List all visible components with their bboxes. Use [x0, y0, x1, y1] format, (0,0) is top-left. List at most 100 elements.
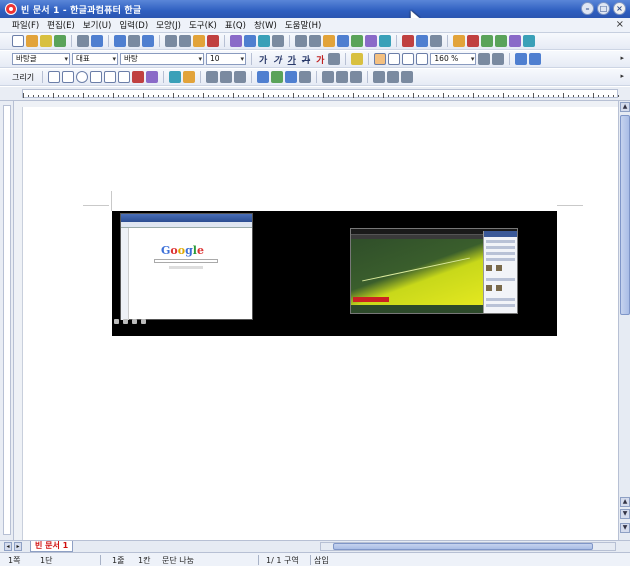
memo-icon[interactable]: [402, 35, 414, 47]
font-color-button[interactable]: 가: [316, 53, 324, 66]
new-doc-icon[interactable]: [12, 35, 24, 47]
print-preview-icon[interactable]: [91, 35, 103, 47]
draw-toolbar-more-icon[interactable]: ▸: [620, 72, 624, 80]
undo-icon[interactable]: [114, 35, 126, 47]
menu-view[interactable]: 보기(U): [83, 19, 112, 31]
browser-screenshot[interactable]: Google: [120, 213, 253, 320]
style-icon[interactable]: [258, 35, 270, 47]
tab-document-1[interactable]: 빈 문서 1: [30, 541, 74, 552]
group-icon[interactable]: [220, 71, 233, 83]
menu-file[interactable]: 파일(F): [12, 19, 39, 31]
insert-table-icon[interactable]: [337, 35, 349, 47]
font-size-select[interactable]: 10: [206, 53, 246, 65]
shade-icon[interactable]: [328, 53, 341, 65]
font-group-select[interactable]: 대표: [72, 53, 118, 65]
print-icon[interactable]: [77, 35, 89, 47]
rotate-icon[interactable]: [299, 71, 312, 83]
menu-window[interactable]: 창(W): [254, 19, 277, 31]
align-left-icon[interactable]: [388, 53, 401, 65]
picture-icon[interactable]: [323, 35, 335, 47]
equation-icon[interactable]: [365, 35, 377, 47]
save-icon[interactable]: [54, 35, 66, 47]
numbering-icon[interactable]: [529, 53, 542, 65]
order-icon[interactable]: [285, 71, 298, 83]
underline-button[interactable]: 가: [288, 53, 296, 66]
draw-label[interactable]: 그리기: [12, 72, 34, 83]
tab-prev-button[interactable]: ◂: [4, 542, 12, 551]
symbol-icon[interactable]: [379, 35, 391, 47]
mail-icon[interactable]: [495, 35, 507, 47]
header-icon[interactable]: [430, 35, 442, 47]
bullets-icon[interactable]: [515, 53, 528, 65]
strike-button[interactable]: 가: [302, 53, 310, 66]
highlight-icon[interactable]: [351, 53, 364, 65]
open-icon[interactable]: [26, 35, 38, 47]
arrow-style-icon[interactable]: [350, 71, 363, 83]
pen-icon[interactable]: [132, 71, 145, 83]
table-icon[interactable]: [272, 35, 284, 47]
vertical-scrollbar[interactable]: ▲ ▲ ▼ ▼: [618, 101, 630, 540]
web-icon[interactable]: [523, 35, 535, 47]
status-mode[interactable]: 삽입: [314, 555, 329, 566]
justify-icon[interactable]: [374, 53, 387, 65]
menu-help[interactable]: 도움말(H): [285, 19, 321, 31]
char-shape-icon[interactable]: [230, 35, 242, 47]
tab-next-button[interactable]: ▸: [14, 542, 22, 551]
curve-icon[interactable]: [118, 71, 131, 83]
document-area[interactable]: Google: [14, 101, 618, 540]
arc-icon[interactable]: [90, 71, 103, 83]
game-screenshot[interactable]: [350, 228, 518, 314]
next-page-button[interactable]: ▼: [620, 509, 630, 519]
document-close-button[interactable]: ×: [616, 19, 624, 30]
horizontal-scrollbar[interactable]: [320, 542, 616, 551]
folder-icon[interactable]: [40, 35, 52, 47]
horizontal-ruler[interactable]: [0, 87, 630, 101]
menu-tools[interactable]: 도구(K): [189, 19, 217, 31]
bold-button[interactable]: 가: [259, 53, 267, 66]
select-object-icon[interactable]: [206, 71, 219, 83]
macro-icon[interactable]: [481, 35, 493, 47]
minimize-button[interactable]: –: [581, 2, 594, 15]
align-center-icon[interactable]: [402, 53, 415, 65]
redo-icon[interactable]: [128, 35, 140, 47]
inserted-image-block[interactable]: Google: [112, 211, 557, 336]
fill-color-icon[interactable]: [271, 71, 284, 83]
line-width-icon[interactable]: [336, 71, 349, 83]
find-icon[interactable]: [142, 35, 154, 47]
rect-icon[interactable]: [62, 71, 75, 83]
italic-button[interactable]: 가: [273, 53, 281, 66]
menu-edit[interactable]: 편집(E): [47, 19, 75, 31]
align-objects-icon[interactable]: [401, 71, 414, 83]
dictionary-icon[interactable]: [509, 35, 521, 47]
picture-object-icon[interactable]: [183, 71, 196, 83]
vertical-scroll-thumb[interactable]: [620, 115, 630, 315]
tools-icon[interactable]: [467, 35, 479, 47]
scroll-down-button[interactable]: ▼: [620, 523, 630, 533]
menu-insert[interactable]: 입력(D): [119, 19, 148, 31]
link-icon[interactable]: [295, 35, 307, 47]
para-shape-icon[interactable]: [244, 35, 256, 47]
text-box-icon[interactable]: [169, 71, 182, 83]
style-select[interactable]: 바탕글: [12, 53, 70, 65]
prev-page-button[interactable]: ▲: [620, 497, 630, 507]
menu-format[interactable]: 모양(J): [156, 19, 181, 31]
ungroup-icon[interactable]: [234, 71, 247, 83]
document-page[interactable]: Google: [22, 107, 618, 540]
connector-icon[interactable]: [146, 71, 159, 83]
polygon-icon[interactable]: [104, 71, 117, 83]
paste-icon[interactable]: [193, 35, 205, 47]
page-icon[interactable]: [416, 35, 428, 47]
toolbar-more-icon[interactable]: ▸: [620, 54, 624, 62]
zoom-select[interactable]: 160 %: [430, 53, 477, 65]
format-painter-icon[interactable]: [207, 35, 219, 47]
ellipse-icon[interactable]: [76, 71, 89, 83]
scroll-up-button[interactable]: ▲: [620, 102, 630, 112]
3d-icon[interactable]: [387, 71, 400, 83]
menu-table[interactable]: 표(Q): [225, 19, 246, 31]
line-spacing-up-icon[interactable]: [478, 53, 491, 65]
line-color-icon[interactable]: [257, 71, 270, 83]
line-icon[interactable]: [48, 71, 61, 83]
maximize-button[interactable]: □: [597, 2, 610, 15]
copy-icon[interactable]: [179, 35, 191, 47]
align-right-icon[interactable]: [416, 53, 429, 65]
